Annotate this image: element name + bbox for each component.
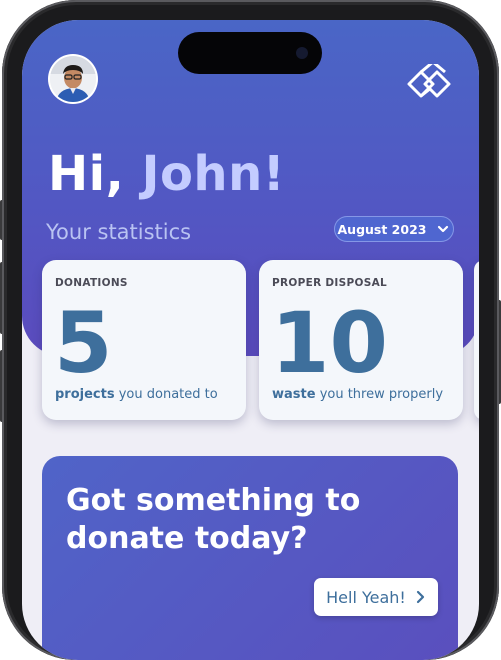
statistics-label: Your statistics — [46, 220, 192, 244]
card-description-bold: projects — [55, 387, 115, 402]
phone-device: Hi, John! Your statistics August 2023 DO… — [0, 0, 501, 660]
avatar[interactable] — [50, 56, 96, 102]
avatar-photo — [50, 56, 96, 102]
dynamic-island — [178, 32, 322, 74]
card-description-bold: waste — [272, 387, 316, 402]
month-selector[interactable]: August 2023 — [334, 216, 454, 242]
donate-promo-banner: Got something to donate today? Hell Yeah… — [42, 456, 458, 660]
card-description-rest: you donated to — [114, 387, 218, 402]
donations-card[interactable]: DONATIONS 5 projects you donated to — [42, 260, 246, 420]
greeting-prefix: Hi, — [48, 146, 142, 202]
chevron-right-icon — [416, 590, 424, 604]
promo-text: Got something to donate today? — [66, 483, 361, 556]
proper-disposal-card[interactable]: PROPER DISPOSAL 10 waste you threw prope… — [259, 260, 463, 420]
hell-yeah-button[interactable]: Hell Yeah! — [314, 578, 438, 616]
user-name: John! — [141, 146, 286, 202]
card-description-rest: you threw properly — [315, 387, 444, 402]
card-description: projects you donated to — [55, 387, 218, 402]
logo-shape — [407, 60, 451, 98]
card-description: waste you threw properly — [272, 387, 443, 402]
camera-icon — [296, 47, 308, 59]
month-selector-label: August 2023 — [337, 221, 427, 237]
app-screen: Hi, John! Your statistics August 2023 DO… — [22, 20, 479, 660]
next-card-peek[interactable] — [474, 260, 479, 420]
chevron-down-icon — [438, 225, 449, 233]
page-title: Hi, John! — [48, 146, 285, 202]
card-value: 10 — [271, 294, 388, 392]
app-logo-icon — [405, 60, 453, 102]
card-value: 5 — [54, 294, 113, 392]
cta-label: Hell Yeah! — [326, 587, 406, 607]
card-title: PROPER DISPOSAL — [272, 277, 388, 289]
card-title: DONATIONS — [55, 277, 128, 289]
